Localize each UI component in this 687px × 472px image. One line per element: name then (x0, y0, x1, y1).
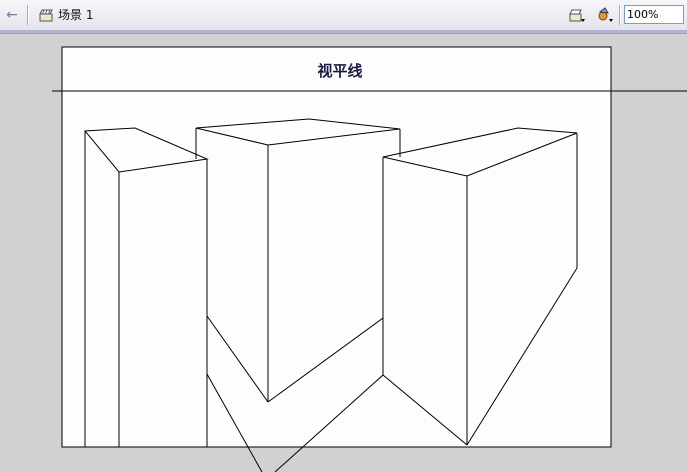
horizon-title: 视平线 (317, 62, 363, 80)
canvas-rect[interactable] (61, 46, 612, 448)
